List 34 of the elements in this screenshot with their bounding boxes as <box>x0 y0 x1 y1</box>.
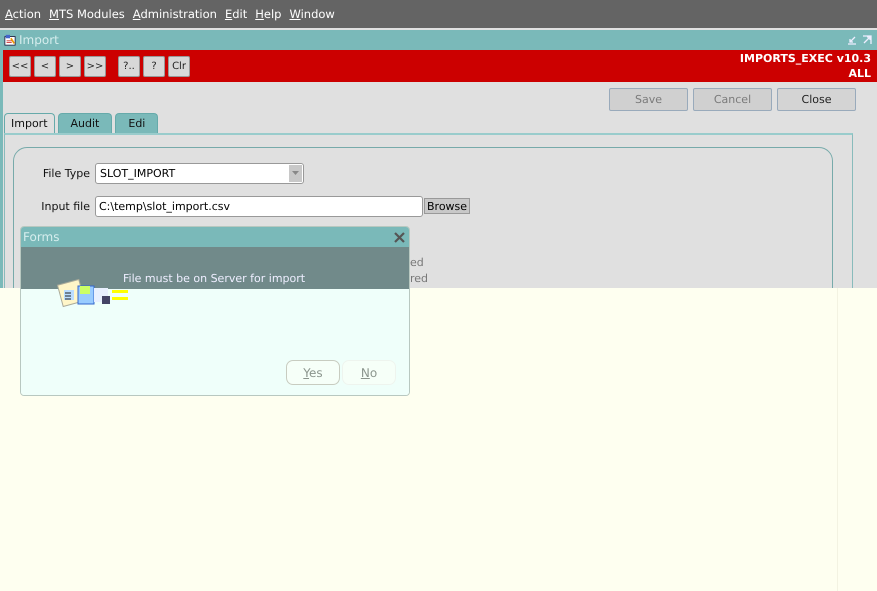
toolbar-button[interactable]: ? <box>143 56 165 76</box>
toolbar-button[interactable]: < <box>34 56 56 76</box>
input-field[interactable]: C:\temp\slot_import.csv <box>95 196 423 216</box>
field-label: Input file <box>40 200 90 212</box>
scope-label: ALL <box>847 66 871 81</box>
field-label: File Type <box>42 166 90 180</box>
maximize-icon[interactable] <box>861 34 873 46</box>
menu-item[interactable]: Help <box>255 7 282 21</box>
tab[interactable]: Edi <box>115 113 158 133</box>
toolbar-button[interactable]: Clr <box>168 56 190 76</box>
dialog-message: File must be on Server for import <box>123 272 306 285</box>
menu-item[interactable]: Window <box>289 7 335 21</box>
window-title: Import <box>19 33 60 47</box>
toolbar-button[interactable]: > <box>59 56 81 76</box>
field-label: red <box>410 272 428 285</box>
field-label: ed <box>410 256 425 269</box>
tab[interactable]: Import <box>4 113 55 133</box>
toolbar-button[interactable]: >> <box>84 56 106 76</box>
close-icon[interactable] <box>394 232 405 242</box>
file-type-dropdown[interactable]: SLOT_IMPORT <box>95 162 304 184</box>
menu-item[interactable]: Administration <box>132 7 217 21</box>
dropdown-arrow-icon[interactable] <box>292 171 299 175</box>
dialog-title: Forms <box>23 230 60 244</box>
toolbar-button[interactable]: << <box>9 56 31 76</box>
minimize-icon[interactable] <box>846 34 858 46</box>
menu-item[interactable]: MTS Modules <box>49 7 125 21</box>
action-button[interactable]: Close <box>777 88 856 111</box>
module-name: IMPORTS_EXEC v10.3 <box>740 51 871 66</box>
form-icon <box>4 34 16 46</box>
menu-item[interactable]: Edit <box>224 7 248 21</box>
toolbar-button[interactable]: ?.. <box>118 56 140 76</box>
tab[interactable]: Audit <box>58 113 112 133</box>
browse-button[interactable]: Browse <box>424 198 470 214</box>
menu-item[interactable]: Action <box>5 7 42 21</box>
